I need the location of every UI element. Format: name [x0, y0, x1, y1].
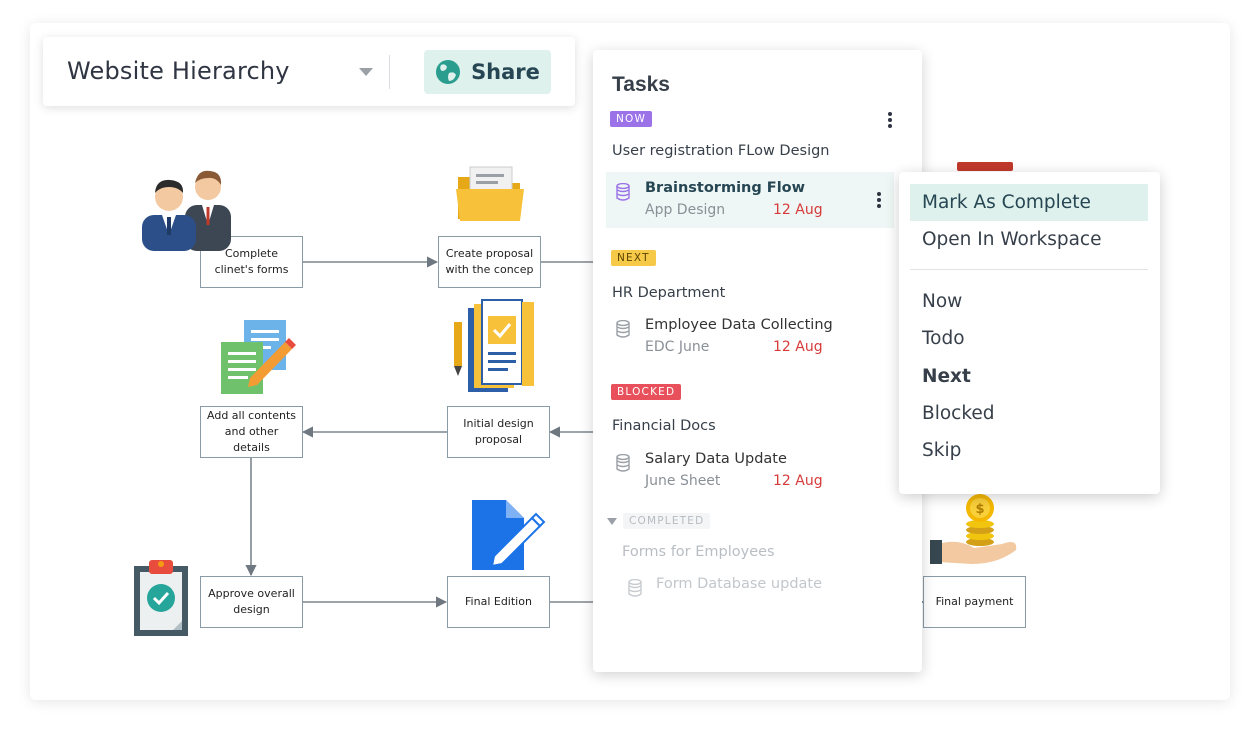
collapse-completed-icon[interactable]	[607, 518, 617, 525]
status-badge-next: NEXT	[611, 250, 656, 266]
flow-node-create-proposal[interactable]: Create proposal with the concep	[438, 236, 541, 288]
flow-node-approve-design[interactable]: Approve overall design	[200, 576, 303, 628]
flow-node-initial-design[interactable]: Initial design proposal	[447, 406, 550, 458]
folder-icon	[456, 166, 524, 221]
edit-document-icon	[472, 500, 546, 570]
status-badge-completed: COMPLETED	[623, 513, 711, 529]
document-title[interactable]: Website Hierarchy	[67, 57, 290, 85]
task-group-name: User registration FLow Design	[612, 143, 830, 159]
database-icon	[628, 579, 642, 597]
clipboard-check-icon	[134, 560, 188, 636]
task-name: Form Database update	[656, 576, 823, 592]
menu-item-blocked[interactable]: Blocked	[910, 395, 1148, 432]
task-item-form-database[interactable]: Form Database update	[606, 568, 894, 624]
tasks-panel: Tasks NOW User registration FLow Design …	[593, 50, 922, 672]
share-button[interactable]: Share	[424, 50, 551, 94]
task-name: Employee Data Collecting	[645, 317, 833, 333]
task-due-date: 12 Aug	[773, 473, 823, 489]
database-icon	[616, 320, 630, 338]
task-due-date: 12 Aug	[773, 339, 823, 355]
payment-coins-icon: $	[930, 494, 1017, 564]
business-people-icon	[142, 170, 231, 251]
task-group-name: Financial Docs	[612, 418, 716, 434]
caret-down-icon[interactable]	[359, 68, 373, 76]
task-more-icon[interactable]	[872, 190, 886, 210]
task-item-brainstorming[interactable]: Brainstorming Flow App Design 12 Aug	[606, 172, 894, 228]
menu-item-open-workspace[interactable]: Open In Workspace	[910, 221, 1148, 258]
menu-item-next[interactable]: Next	[910, 358, 1148, 395]
task-due-date: 12 Aug	[773, 202, 823, 218]
hidden-icon-partial	[957, 162, 1013, 171]
menu-item-todo[interactable]: Todo	[910, 320, 1148, 357]
more-options-icon[interactable]	[883, 110, 897, 130]
task-item-employee-data[interactable]: Employee Data Collecting EDC June 12 Aug	[606, 309, 894, 365]
database-icon	[616, 183, 630, 201]
header-divider	[389, 55, 390, 89]
task-context-menu: Mark As Complete Open In Workspace Now T…	[899, 172, 1160, 494]
documents-pencil-icon	[221, 320, 296, 394]
menu-divider	[910, 269, 1148, 270]
status-badge-blocked: BLOCKED	[611, 384, 682, 400]
task-item-salary-data[interactable]: Salary Data Update June Sheet 12 Aug	[606, 443, 894, 499]
task-group-name: HR Department	[612, 285, 726, 301]
flow-node-add-contents[interactable]: Add all contents and other details	[200, 406, 303, 458]
menu-item-now[interactable]: Now	[910, 283, 1148, 320]
task-name: Brainstorming Flow	[645, 180, 806, 196]
task-project: June Sheet	[645, 473, 721, 489]
flow-node-final-edition[interactable]: Final Edition	[447, 576, 550, 628]
database-icon	[616, 454, 630, 472]
flow-node-final-payment[interactable]: Final payment	[923, 576, 1026, 628]
svg-text:$: $	[975, 502, 984, 517]
menu-item-mark-complete[interactable]: Mark As Complete	[910, 184, 1148, 221]
tasks-title: Tasks	[612, 73, 670, 96]
task-project: App Design	[645, 202, 726, 218]
header-bar: Website Hierarchy Share	[43, 37, 575, 106]
share-label: Share	[471, 60, 540, 84]
task-project: EDC June	[645, 339, 710, 355]
globe-icon	[436, 60, 461, 84]
design-books-icon	[454, 299, 534, 392]
task-name: Salary Data Update	[645, 451, 787, 467]
task-group-name: Forms for Employees	[622, 544, 775, 560]
status-badge-now: NOW	[610, 111, 653, 127]
menu-item-skip[interactable]: Skip	[910, 432, 1148, 469]
